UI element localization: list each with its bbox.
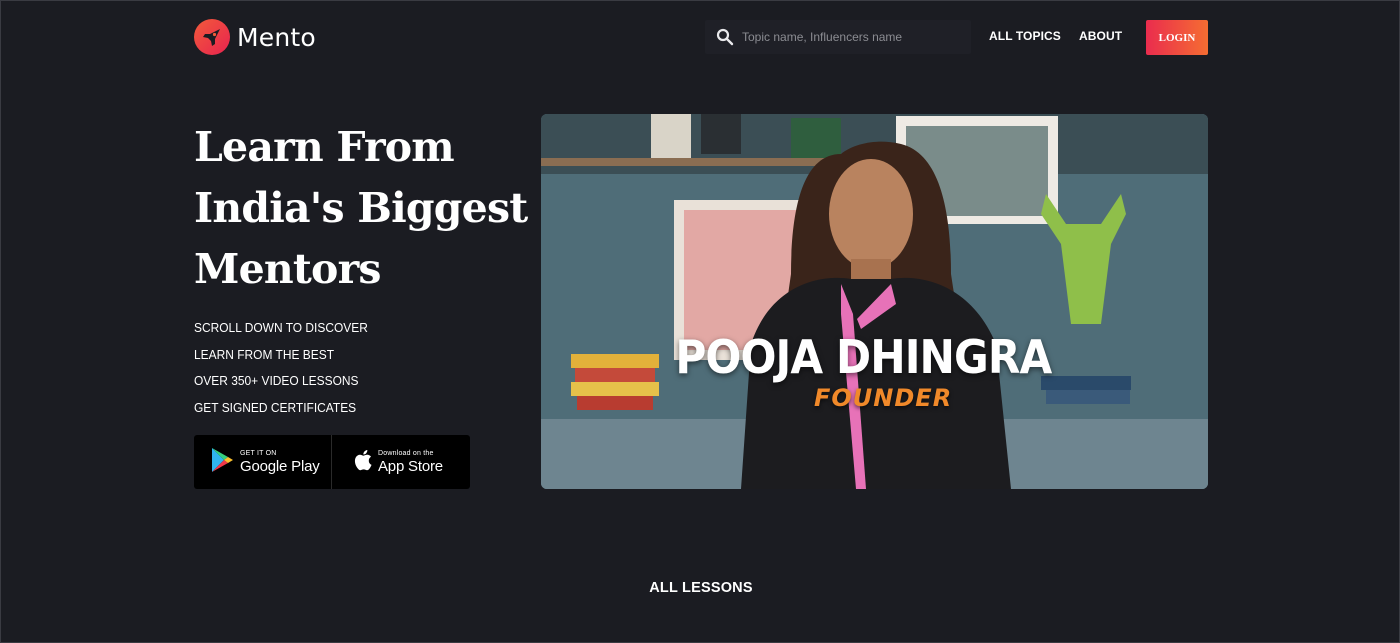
search-input[interactable] xyxy=(742,30,962,44)
hero-title-line: Learn From xyxy=(194,123,455,171)
hero-title-line: Mentors xyxy=(194,245,381,293)
feature-item: SCROLL DOWN TO DISCOVER xyxy=(194,320,368,335)
video-mentor-role: FOUNDER xyxy=(814,384,953,412)
rocket-logo-icon xyxy=(194,19,230,55)
logo[interactable]: Mento xyxy=(194,19,316,55)
nav-all-topics[interactable]: ALL TOPICS xyxy=(989,29,1061,43)
all-lessons-heading: ALL LESSONS xyxy=(649,580,753,596)
google-play-icon xyxy=(210,447,234,478)
video-frame-illustration xyxy=(541,114,1208,489)
hero-video[interactable]: POOJA DHINGRA FOUNDER xyxy=(541,114,1208,489)
feature-list: SCROLL DOWN TO DISCOVER LEARN FROM THE B… xyxy=(194,315,383,421)
app-store-button[interactable]: Download on the App Store xyxy=(332,435,470,489)
video-mentor-name: POOJA DHINGRA xyxy=(675,330,1052,384)
search-bar xyxy=(705,20,971,54)
app-store-badges: GET IT ON Google Play Download on the Ap… xyxy=(194,435,470,489)
app-store-label: App Store xyxy=(378,457,443,475)
app-store-small-text: Download on the xyxy=(378,449,434,457)
google-play-button[interactable]: GET IT ON Google Play xyxy=(194,435,332,489)
nav-about[interactable]: ABOUT xyxy=(1079,29,1122,43)
google-play-label: Google Play xyxy=(240,457,320,475)
feature-item: LEARN FROM THE BEST xyxy=(194,346,335,362)
apple-icon xyxy=(354,449,372,476)
page: Mento ALL TOPICS ABOUT LOGIN Learn From … xyxy=(0,0,1400,643)
login-button[interactable]: LOGIN xyxy=(1146,20,1208,55)
feature-item: GET SIGNED CERTIFICATES xyxy=(194,399,357,415)
google-play-small-text: GET IT ON xyxy=(240,449,277,457)
feature-item: OVER 350+ VIDEO LESSONS xyxy=(194,373,359,388)
logo-text: Mento xyxy=(237,22,316,52)
search-icon xyxy=(716,28,734,46)
hero-title-line: India's Biggest xyxy=(194,184,528,232)
hero-title: Learn From India's Biggest Mentors xyxy=(194,117,534,300)
